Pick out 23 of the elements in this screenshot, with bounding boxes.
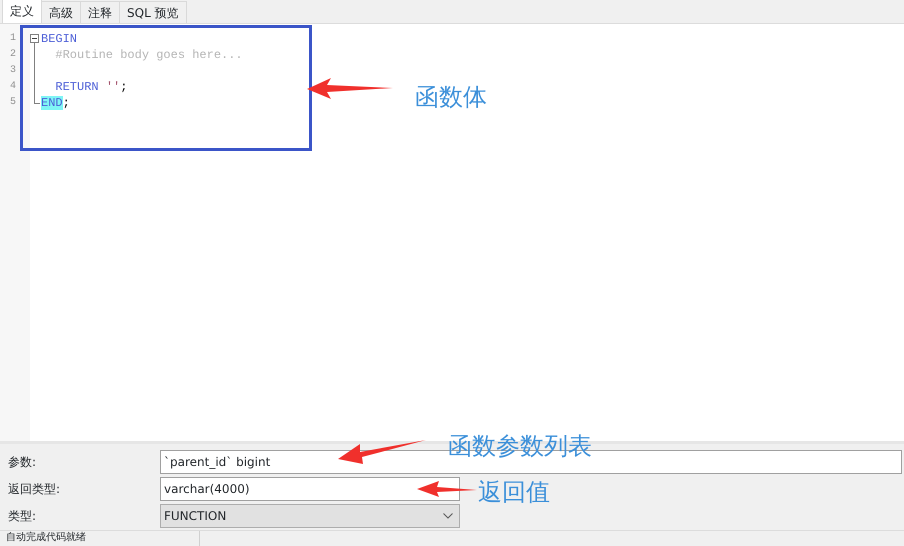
- field-label: 类型:: [8, 508, 38, 525]
- code-line: #Routine body goes here...: [54, 47, 243, 63]
- code-line: END;: [41, 95, 70, 111]
- field-label: 参数:: [8, 454, 38, 471]
- line-number: 2: [8, 48, 16, 62]
- field-label: 返回类型:: [8, 481, 62, 498]
- line-number: 1: [8, 32, 16, 46]
- code-line: RETURN '';: [54, 79, 128, 95]
- status-text: 自动完成代码就绪: [0, 531, 200, 546]
- line-number: 3: [8, 64, 16, 78]
- input-field[interactable]: varchar(4000): [160, 477, 460, 501]
- code-line: BEGIN: [41, 31, 78, 47]
- line-number: 5: [8, 96, 16, 110]
- tab[interactable]: SQL 预览: [119, 1, 187, 23]
- annotation-label: 返回值: [478, 478, 550, 506]
- tab[interactable]: 定义: [2, 0, 42, 23]
- fold-end-line: [34, 95, 40, 104]
- arrow-icon: [336, 437, 428, 467]
- type-dropdown[interactable]: FUNCTION: [160, 504, 460, 528]
- chevron-down-icon: [443, 513, 453, 519]
- fold-collapse-icon[interactable]: [30, 31, 40, 47]
- line-number: 4: [8, 80, 16, 94]
- annotation-label: 函数体: [415, 83, 487, 111]
